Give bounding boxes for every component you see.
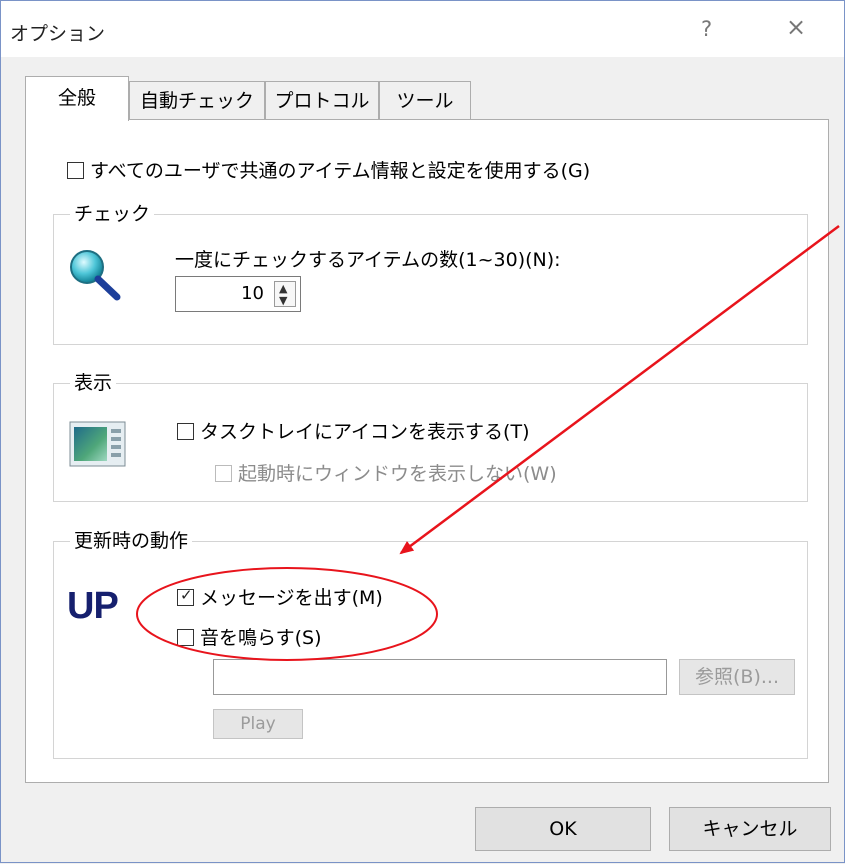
show-message-checkbox[interactable]: ✓ — [177, 586, 194, 606]
update-group-label: 更新時の動作 — [70, 527, 193, 555]
ok-button[interactable]: OK — [475, 807, 651, 851]
play-sound-checkbox[interactable] — [177, 628, 194, 646]
magnifier-icon — [70, 250, 121, 301]
hide-window-option[interactable]: 起動時にウィンドウを表示しない(W) — [215, 459, 557, 486]
close-button[interactable]: × — [786, 13, 806, 41]
tray-icon-label: タスクトレイにアイコンを表示する(T) — [200, 421, 530, 443]
options-dialog: オプション ? × 全般 自動チェック プロトコル ツール すべてのユーザで共通… — [0, 0, 845, 863]
update-group: 更新時の動作 — [53, 527, 808, 759]
taskbar-window-icon — [69, 421, 126, 467]
cancel-button[interactable]: キャンセル — [669, 807, 831, 851]
sound-file-input[interactable] — [213, 659, 667, 695]
update-logo: UP — [67, 585, 119, 627]
shared-settings-option[interactable]: すべてのユーザで共通のアイテム情報と設定を使用する(G) — [67, 156, 590, 183]
tray-icon-option[interactable]: タスクトレイにアイコンを表示する(T) — [177, 417, 529, 444]
items-per-check-spinner[interactable]: 10 ▲ ▼ — [175, 276, 301, 312]
items-per-check-label: 一度にチェックするアイテムの数(1~30)(N): — [175, 249, 561, 271]
display-group-label: 表示 — [70, 369, 117, 397]
tab-general[interactable]: 全般 — [25, 76, 129, 121]
spinner-arrows[interactable]: ▲ ▼ — [274, 281, 296, 307]
play-sound-option[interactable]: 音を鳴らす(S) — [177, 623, 322, 650]
play-button[interactable]: Play — [213, 709, 303, 739]
shared-settings-checkbox[interactable] — [67, 161, 84, 179]
tab-auto-check[interactable]: 自動チェック — [129, 81, 265, 119]
show-message-option[interactable]: ✓ メッセージを出す(M) — [177, 583, 383, 610]
tab-tools[interactable]: ツール — [379, 81, 471, 119]
play-sound-label: 音を鳴らす(S) — [200, 627, 322, 649]
check-group-label: チェック — [70, 200, 155, 228]
show-message-label: メッセージを出す(M) — [200, 587, 383, 609]
tab-protocol[interactable]: プロトコル — [265, 81, 379, 119]
shared-settings-label: すべてのユーザで共通のアイテム情報と設定を使用する(G) — [90, 160, 591, 182]
browse-button[interactable]: 参照(B)... — [679, 659, 795, 695]
hide-window-checkbox[interactable] — [215, 464, 232, 482]
help-button[interactable]: ? — [701, 17, 712, 41]
spin-up-icon[interactable]: ▲ — [279, 283, 287, 294]
title-bar: オプション ? × — [1, 1, 844, 57]
items-per-check-value: 10 — [241, 283, 264, 304]
window-title: オプション — [10, 23, 106, 45]
hide-window-label: 起動時にウィンドウを表示しない(W) — [238, 463, 557, 485]
spin-down-icon[interactable]: ▼ — [279, 295, 287, 306]
tab-bar: 全般 自動チェック プロトコル ツール — [25, 76, 825, 121]
check-group: チェック — [53, 200, 808, 345]
tray-icon-checkbox[interactable] — [177, 422, 194, 440]
